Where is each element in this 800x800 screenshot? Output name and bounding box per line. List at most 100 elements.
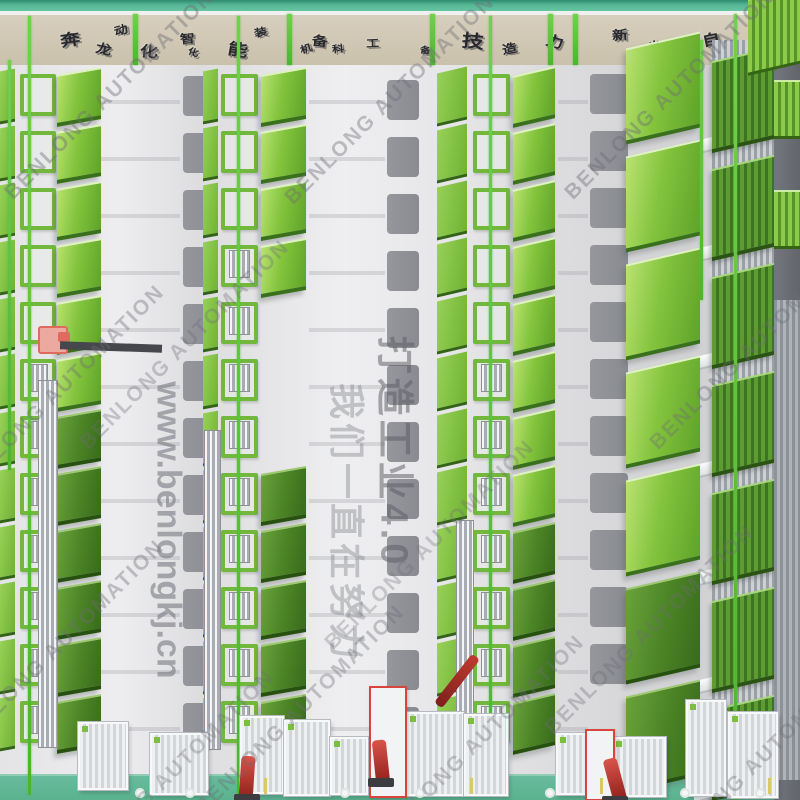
aisle-beam-shadow	[558, 442, 588, 446]
rack-panel-left	[203, 354, 218, 410]
rack-panel-right	[513, 294, 555, 356]
big-rack-panel-ribbed	[712, 155, 774, 261]
rack-cast-shadow	[590, 530, 628, 570]
edge-ribbed-panel	[774, 80, 800, 139]
edge-ribbed-panel	[774, 190, 800, 249]
vertical-green-rail	[734, 14, 737, 800]
fallen-character-glyph: 装	[253, 23, 269, 41]
rack-slat-stack	[204, 430, 221, 750]
rack-cast-shadow	[387, 137, 419, 177]
aisle-beam-shadow	[309, 214, 385, 218]
rack-cast-shadow	[590, 473, 628, 513]
vertical-green-rail	[237, 16, 240, 795]
rack-cast-shadow	[590, 74, 628, 114]
rack-panel-left	[203, 183, 218, 239]
rack-panel-right	[57, 523, 101, 583]
rack-panel-left	[0, 525, 15, 581]
rack-panel-left	[0, 468, 15, 524]
rack-panel-right	[513, 180, 555, 242]
aisle-beam-shadow	[558, 613, 588, 617]
aisle-beam-shadow	[309, 328, 385, 332]
aisle-beam-shadow	[558, 385, 588, 389]
rack-cast-shadow	[590, 188, 628, 228]
fallen-character-glyph: 造	[501, 39, 519, 58]
conveyor-dock	[78, 722, 128, 790]
rack-panel-right	[261, 580, 306, 640]
rack-top-stub	[548, 14, 553, 65]
big-rack-panel-left	[626, 247, 700, 360]
floor-dot	[755, 788, 765, 798]
floor-dash	[768, 778, 771, 794]
rack-cast-shadow	[387, 194, 419, 234]
rack-cast-shadow	[387, 251, 419, 291]
rack-panel-right	[513, 351, 555, 413]
rack-panel-right	[261, 523, 306, 583]
rack-panel-left	[437, 295, 467, 355]
rack-frame-col1	[20, 245, 56, 287]
aisle-beam-shadow	[558, 556, 588, 560]
vertical-green-rail	[8, 60, 11, 470]
fallen-character-glyph: 奔	[58, 26, 81, 52]
watermark-slogan-1: 打造工业4.0	[371, 336, 426, 569]
aisle-beam-shadow	[558, 214, 588, 218]
floor-dot	[340, 788, 350, 798]
rack-panel-left	[203, 240, 218, 296]
rack-frame-col1	[20, 74, 56, 116]
floor-dot	[185, 788, 195, 798]
rack-panel-right	[513, 465, 555, 527]
rack-cast-shadow	[590, 416, 628, 456]
rack-panel-right	[513, 579, 555, 641]
aisle-beam-shadow	[558, 100, 588, 104]
rack-cast-shadow	[590, 245, 628, 285]
rack-panel-right	[513, 522, 555, 584]
floor-dash	[600, 778, 603, 794]
aisle-beam-shadow	[558, 328, 588, 332]
watermark-url: www.benlongkj.cn	[149, 381, 188, 678]
rack-top-stub	[287, 14, 292, 65]
vertical-green-rail	[489, 16, 492, 795]
rack-slat-stack	[38, 380, 58, 748]
red-robot-base	[234, 794, 260, 800]
red-robot-base	[368, 778, 394, 787]
rack-cast-shadow	[590, 302, 628, 342]
factory-render-scene: www.benlongkj.cn 打造工业4.0 我们一直在努力 奔龙动化智能装…	[0, 0, 800, 800]
aisle-beam-shadow	[558, 157, 588, 161]
rack-panel-left	[437, 409, 467, 469]
conveyor-dock	[330, 737, 368, 795]
rack-panel-left	[437, 238, 467, 298]
rack-panel-left	[203, 126, 218, 182]
rack-panel-left	[203, 69, 218, 125]
floor-dot	[545, 788, 555, 798]
rack-panel-right	[57, 181, 101, 241]
rack-panel-right	[513, 123, 555, 185]
rack-cast-shadow	[590, 359, 628, 399]
rack-panel-right	[57, 466, 101, 526]
red-robot-base	[602, 796, 628, 800]
fallen-character-glyph: 科	[331, 41, 344, 56]
floor-dot	[680, 788, 690, 798]
rack-panel-right	[513, 66, 555, 128]
top-teal-bar	[0, 0, 800, 11]
big-rack-panel-left	[626, 139, 700, 252]
floor-dash	[470, 778, 473, 794]
rack-top-stub	[573, 14, 578, 65]
rack-panel-right	[57, 238, 101, 298]
aisle-beam-shadow	[558, 499, 588, 503]
fallen-character-glyph: 新	[611, 24, 628, 44]
rack-panel-right	[261, 466, 306, 526]
fallen-character-glyph: 工	[366, 35, 380, 51]
aisle-beam-shadow	[558, 271, 588, 275]
big-rack-panel-ribbed	[712, 587, 774, 693]
rack-panel-left	[437, 124, 467, 184]
rack-panel-left	[437, 352, 467, 412]
fallen-character-glyph: 备	[311, 29, 330, 50]
floor-dash	[264, 778, 267, 794]
rack-panel-left	[437, 67, 467, 127]
rack-panel-left	[0, 582, 15, 638]
rack-cast-shadow	[590, 587, 628, 627]
rack-panel-right	[261, 67, 306, 127]
rack-panel-right	[513, 237, 555, 299]
rack-cast-shadow	[387, 650, 419, 690]
aisle-beam-shadow	[309, 271, 385, 275]
big-rack-panel-left	[626, 463, 700, 576]
